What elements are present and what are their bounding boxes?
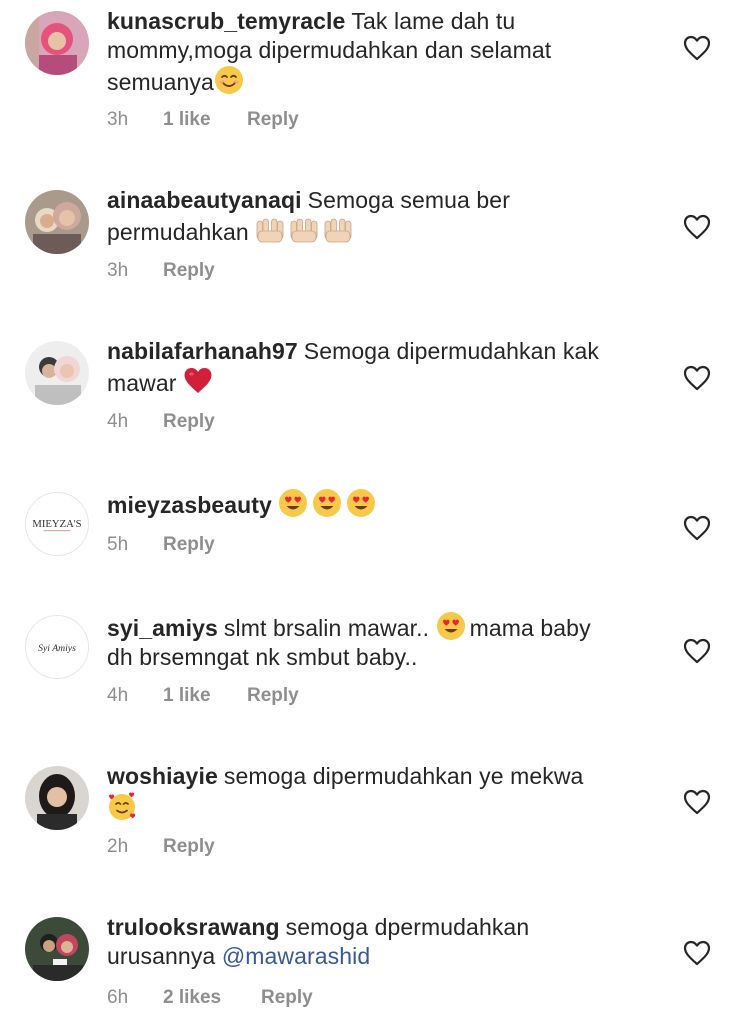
comment-body: Semoga dipermudahkan kak	[303, 338, 599, 364]
mention-link[interactable]: @mawarashid	[222, 943, 370, 969]
comment-body: mama baby	[469, 615, 591, 641]
comment-text: nabilafarhanah97 Semoga dipermudahkan kak…	[107, 337, 667, 398]
smiling-face-emoji	[214, 65, 244, 95]
heart-icon[interactable]	[683, 638, 711, 664]
heart-icon[interactable]	[683, 789, 711, 815]
avatar[interactable]	[25, 341, 89, 405]
comment-body: dh brsemngat nk smbut baby..	[107, 644, 418, 670]
comment-time: 3h	[107, 260, 129, 281]
username[interactable]: trulooksrawang	[107, 914, 280, 940]
heart-icon[interactable]	[683, 515, 711, 541]
raised-hands-emoji	[323, 215, 353, 245]
comment-text: woshiayie semoga dipermudahkan ye mekwa	[107, 762, 667, 823]
likes-count[interactable]: 2 likes	[163, 987, 261, 1009]
reply-button[interactable]: Reply	[163, 260, 215, 282]
comment-text: kunascrub_temyracle Tak lame dah tu mommy…	[107, 7, 667, 97]
username[interactable]: mieyzasbeauty	[107, 492, 272, 518]
heart-eyes-emoji	[278, 488, 308, 518]
reply-button[interactable]: Reply	[247, 109, 299, 131]
heart-eyes-emoji	[346, 488, 376, 518]
username[interactable]: nabilafarhanah97	[107, 338, 298, 364]
heart-icon[interactable]	[683, 365, 711, 391]
heart-icon[interactable]	[683, 35, 711, 61]
comment-time: 5h	[107, 534, 129, 555]
username[interactable]: woshiayie	[107, 763, 218, 789]
comment-text: mieyzasbeauty	[107, 488, 667, 520]
comment-body: semuanya	[107, 69, 214, 95]
raised-hands-emoji	[289, 215, 319, 245]
likes-count[interactable]: 1 like	[163, 685, 247, 707]
avatar[interactable]	[25, 11, 89, 75]
avatar[interactable]	[25, 917, 89, 981]
comment-time: 4h	[107, 411, 129, 432]
comment-body: urusannya	[107, 943, 216, 969]
comment-body: slmt brsalin mawar..	[223, 615, 430, 641]
heart-eyes-emoji	[436, 611, 466, 641]
svg-text:Syi Amiys: Syi Amiys	[38, 643, 76, 654]
username[interactable]: kunascrub_temyracle	[107, 8, 345, 34]
reply-button[interactable]: Reply	[163, 534, 215, 556]
comment-time: 2h	[107, 836, 129, 857]
svg-text:MIEYZA'S: MIEYZA'S	[32, 519, 81, 530]
comment-text: trulooksrawang semoga dpermudahkan urusan…	[107, 913, 667, 971]
comment-body: semoga dipermudahkan ye mekwa	[223, 763, 584, 789]
avatar[interactable]	[25, 190, 89, 254]
heart-icon[interactable]	[683, 940, 711, 966]
comment-time: 4h	[107, 685, 129, 706]
avatar[interactable]: MIEYZA'S	[25, 492, 89, 556]
comment-body: Semoga semua ber	[307, 187, 510, 213]
heart-icon[interactable]	[683, 214, 711, 240]
reply-button[interactable]: Reply	[261, 987, 313, 1009]
comment-text: ainaabeautyanaqi Semoga semua ber permuda…	[107, 186, 667, 247]
avatar[interactable]: Syi Amiys	[25, 615, 89, 679]
comment-time: 3h	[107, 109, 129, 130]
comment-text: syi_amiys slmt brsalin mawar.. mama baby …	[107, 611, 667, 672]
red-heart-emoji	[183, 366, 213, 396]
comment-body: mawar	[107, 370, 177, 396]
heart-eyes-emoji	[312, 488, 342, 518]
reply-button[interactable]: Reply	[247, 685, 299, 707]
comment-body: mommy,moga dipermudahkan dan selamat	[107, 37, 552, 63]
username[interactable]: syi_amiys	[107, 615, 218, 641]
raised-hands-emoji	[255, 215, 285, 245]
smiling-face-with-hearts-emoji	[107, 791, 137, 821]
comment-body: Tak lame dah tu	[351, 8, 516, 34]
reply-button[interactable]: Reply	[163, 836, 215, 858]
likes-count[interactable]: 1 like	[163, 109, 247, 131]
username[interactable]: ainaabeautyanaqi	[107, 187, 302, 213]
reply-button[interactable]: Reply	[163, 411, 215, 433]
comment-body: semoga dpermudahkan	[285, 914, 530, 940]
comment-time: 6h	[107, 987, 129, 1008]
comment-body: permudahkan	[107, 219, 249, 245]
avatar[interactable]	[25, 766, 89, 830]
